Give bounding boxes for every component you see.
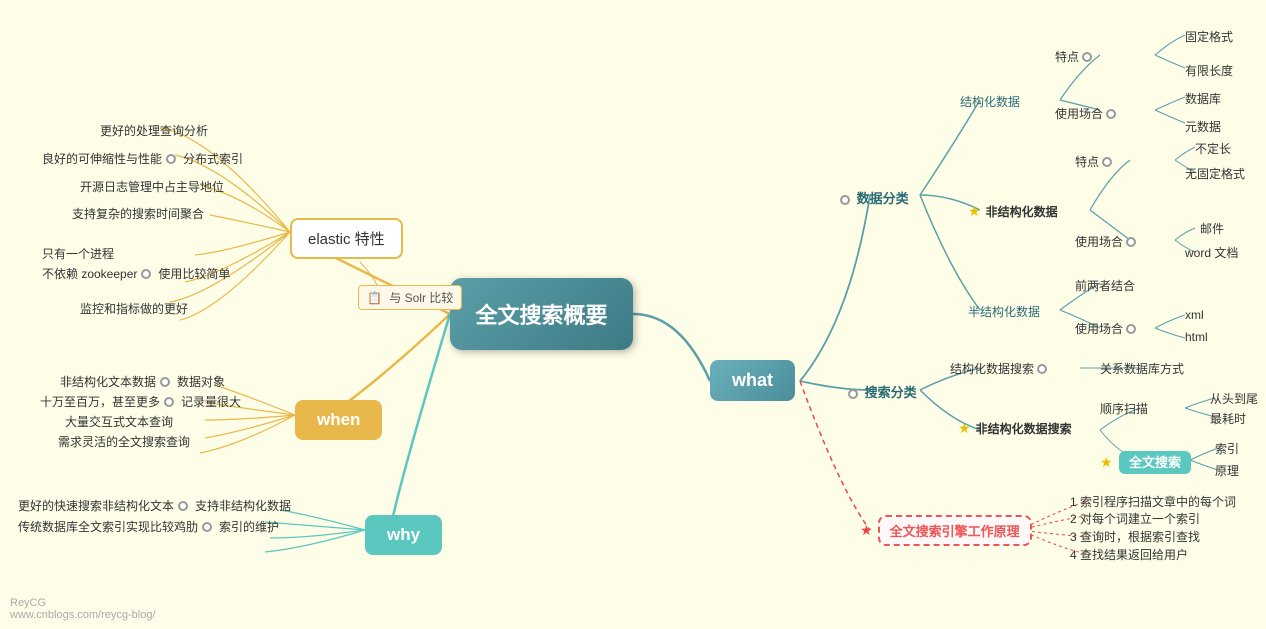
star-icon4: ★ <box>860 522 873 539</box>
principle-1: 1 索引程序扫描文章中的每个词 <box>1070 493 1236 510</box>
principle-3: 3 查询时，根据索引查找 <box>1070 528 1200 545</box>
complex-search: 支持复杂的搜索时间聚合 <box>72 205 204 222</box>
circle-bullet14 <box>1037 364 1047 374</box>
when-b4: 记录量很大 <box>181 393 241 410</box>
unstruct-u2: word 文档 <box>1185 244 1238 261</box>
circle-bullet12 <box>1126 237 1136 247</box>
struct-search-way: 关系数据库方式 <box>1100 360 1184 377</box>
struct-feature-group: 特点 <box>1055 48 1095 65</box>
why-b3: 传统数据库全文索引实现比较鸡肋 <box>18 518 198 535</box>
unstruct-u1: 邮件 <box>1200 220 1224 237</box>
scalability-group: 良好的可伸缩性与性能 分布式索引 <box>42 150 243 167</box>
unstruct-f2: 无固定格式 <box>1185 165 1245 182</box>
star-icon: ★ <box>968 203 981 220</box>
circle-bullet4 <box>164 397 174 407</box>
central-node: 全文搜索概要 <box>450 278 633 350</box>
when-b3: 十万至百万，甚至更多 <box>40 393 160 410</box>
fulltext-principle-label: 全文搜索引擎工作原理 <box>878 515 1032 546</box>
circle-bullet2 <box>141 269 151 279</box>
distributed-index: 分布式索引 <box>183 150 243 167</box>
why-b1-group: 更好的快速搜索非结构化文本 支持非结构化数据 <box>18 497 291 514</box>
data-classification: 数据分类 <box>840 188 909 207</box>
struct-u1: 数据库 <box>1185 90 1221 107</box>
why-b1: 更好的快速搜索非结构化文本 <box>18 497 174 514</box>
circle-bullet7 <box>840 195 850 205</box>
seq1: 从头到尾 <box>1210 390 1258 407</box>
struct-u2: 元数据 <box>1185 118 1221 135</box>
when-b1: 非结构化文本数据 <box>60 373 156 390</box>
semi-xml: xml <box>1185 308 1204 322</box>
when-node: when <box>295 400 382 440</box>
semi-combine: 前两者结合 <box>1075 277 1135 294</box>
elastic-node: elastic 特性 <box>290 218 403 259</box>
seq2: 最耗时 <box>1210 410 1246 427</box>
scalability-label: 良好的可伸缩性与性能 <box>42 150 162 167</box>
sequential-scan: 顺序扫描 <box>1100 400 1148 417</box>
monitor-label: 监控和指标做的更好 <box>80 300 188 317</box>
search-classification: 搜索分类 <box>848 382 917 401</box>
unstruct-data-group: ★ 非结构化数据 <box>968 203 1058 220</box>
struct-f1: 固定格式 <box>1185 28 1233 45</box>
footer-line1: ReyCG <box>10 597 156 609</box>
why-b4: 索引的维护 <box>219 518 279 535</box>
struct-search-group: 结构化数据搜索 <box>950 360 1050 377</box>
unstruct-use-group: 使用场合 <box>1075 233 1139 250</box>
solr-label: 与 Solr 比较 <box>389 291 453 305</box>
semi-use-group: 使用场合 <box>1075 320 1139 337</box>
principle-4: 4 查找结果返回给用户 <box>1070 546 1188 563</box>
when-b6: 需求灵活的全文搜索查询 <box>58 433 190 450</box>
index-reason: 原理 <box>1215 462 1239 479</box>
footer: ReyCG www.cnblogs.com/reycg-blog/ <box>10 597 156 621</box>
circle-bullet <box>166 154 176 164</box>
open-source-log: 开源日志管理中占主导地位 <box>80 178 224 195</box>
star-icon2: ★ <box>958 420 971 437</box>
unstruct-feature-group: 特点 <box>1075 153 1115 170</box>
unstruct-f1: 不定长 <box>1195 140 1231 157</box>
circle-bullet11 <box>1102 157 1112 167</box>
circle-bullet10 <box>1106 109 1116 119</box>
no-zookeeper-label: 不依赖 zookeeper <box>42 265 137 282</box>
why-b2: 支持非结构化数据 <box>195 497 291 514</box>
circle-bullet9 <box>1082 52 1092 62</box>
struct-f2: 有限长度 <box>1185 62 1233 79</box>
easy-use-label: 使用比较简单 <box>158 265 230 282</box>
structured-data: 结构化数据 <box>960 93 1020 110</box>
what-node: what <box>710 360 795 401</box>
when-b2: 数据对象 <box>177 373 225 390</box>
when-b1-group: 非结构化文本数据 数据对象 <box>60 373 225 390</box>
when-b5: 大量交互式文本查询 <box>65 413 173 430</box>
index-label: 索引 <box>1215 440 1239 457</box>
why-node: why <box>365 515 442 555</box>
fulltext-label: 全文搜索 <box>1119 451 1191 474</box>
circle-bullet8 <box>848 389 858 399</box>
circle-bullet3 <box>160 377 170 387</box>
solr-comparison-node: 📋 与 Solr 比较 <box>358 285 462 310</box>
semi-struct-data: 半结构化数据 <box>968 303 1040 320</box>
why-b3-group: 传统数据库全文索引实现比较鸡肋 索引的维护 <box>18 518 279 535</box>
circle-bullet5 <box>178 501 188 511</box>
star-icon3: ★ <box>1100 454 1113 470</box>
fulltext-principle-node: ★ 全文搜索引擎工作原理 <box>860 515 1032 546</box>
no-zookeeper-group: 不依赖 zookeeper 使用比较简单 <box>42 265 230 282</box>
fulltext-node-box: ★ 全文搜索 <box>1100 452 1191 472</box>
when-b3-group: 十万至百万，甚至更多 记录量很大 <box>40 393 241 410</box>
unstruct-search-group: ★ 非结构化数据搜索 <box>958 420 1072 437</box>
circle-bullet13 <box>1126 324 1136 334</box>
one-process-group: 只有一个进程 <box>42 245 114 262</box>
better-process: 更好的处理查询分析 <box>100 122 208 139</box>
circle-bullet6 <box>202 522 212 532</box>
struct-use-group: 使用场合 <box>1055 105 1119 122</box>
semi-html: html <box>1185 330 1208 344</box>
principle-2: 2 对每个词建立一个索引 <box>1070 510 1200 527</box>
elastic-label: elastic 特性 <box>308 231 385 248</box>
one-process-label: 只有一个进程 <box>42 245 114 262</box>
footer-line2: www.cnblogs.com/reycg-blog/ <box>10 609 156 621</box>
